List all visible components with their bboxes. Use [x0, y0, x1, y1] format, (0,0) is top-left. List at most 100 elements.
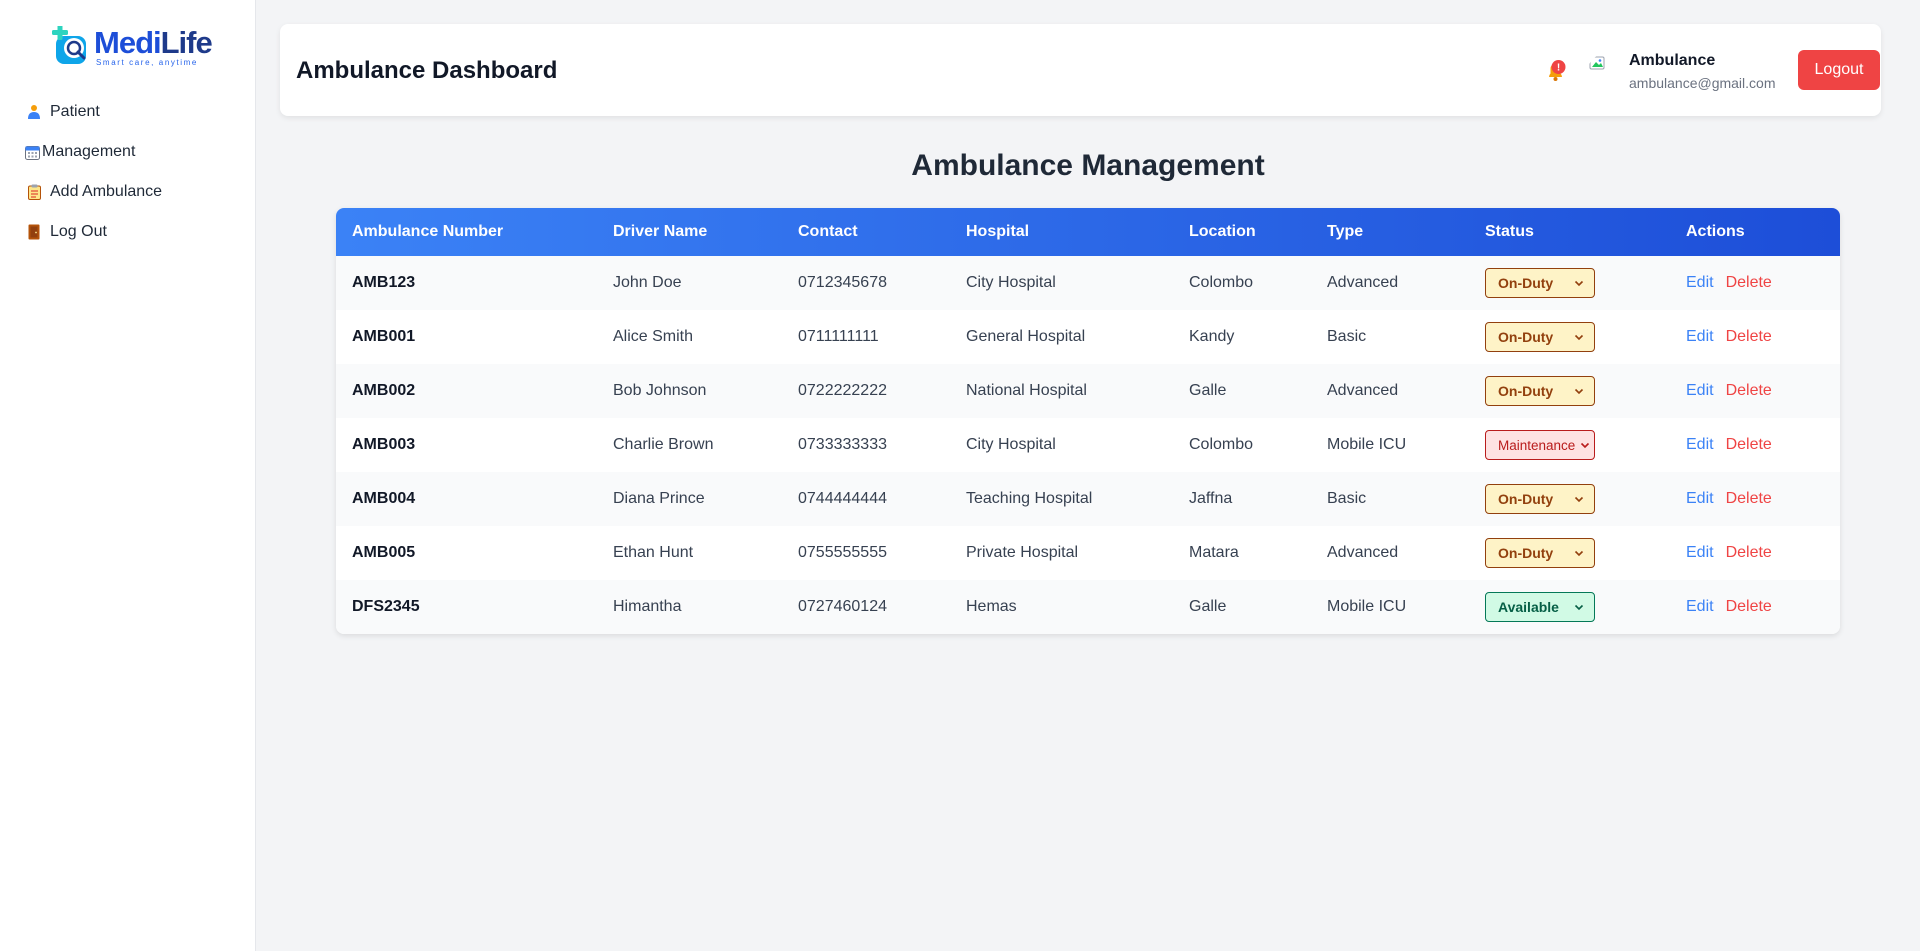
location: Kandy: [1189, 328, 1235, 345]
driver-name: Alice Smith: [613, 328, 694, 345]
hospital: General Hospital: [966, 328, 1086, 345]
column-header: Hospital: [966, 223, 1030, 240]
edit-link[interactable]: Edit: [1686, 490, 1714, 507]
section-title: Ambulance Management: [911, 149, 1265, 182]
location: Colombo: [1189, 274, 1254, 291]
hospital: Teaching Hospital: [966, 490, 1093, 507]
column-header: Actions: [1686, 223, 1745, 240]
table-row: AMB001 Alice Smith 0711111111 General Ho…: [336, 310, 1840, 364]
delete-link[interactable]: Delete: [1726, 598, 1772, 615]
ambulance-number: AMB005: [352, 544, 416, 561]
ambulance-number: AMB004: [352, 490, 416, 507]
location: Galle: [1189, 382, 1227, 399]
status-select[interactable]: On-Duty: [1485, 538, 1595, 568]
delete-link[interactable]: Delete: [1726, 436, 1772, 453]
patient-icon: [26, 104, 42, 120]
contact: 0733333333: [798, 436, 887, 453]
column-header: Location: [1189, 223, 1256, 240]
notification-badge: !: [1557, 63, 1560, 74]
contact: 0712345678: [798, 274, 887, 291]
table-row: AMB005 Ethan Hunt 0755555555 Private Hos…: [336, 526, 1840, 580]
driver-name: Charlie Brown: [613, 436, 714, 453]
chevron-down-icon: [1574, 550, 1584, 557]
broken-image-icon: [1589, 56, 1605, 70]
logout-button[interactable]: Logout: [1798, 50, 1880, 90]
avatar[interactable]: [1588, 55, 1616, 87]
status-value: On-Duty: [1498, 491, 1554, 507]
driver-name: Diana Prince: [613, 490, 705, 507]
logo-tagline: Smart care, anytime: [96, 58, 198, 67]
delete-link[interactable]: Delete: [1726, 544, 1772, 561]
contact: 0711111111: [798, 328, 879, 345]
status-value: On-Duty: [1498, 275, 1554, 291]
ambulance-number: AMB123: [352, 274, 416, 291]
ambulance-number: AMB001: [352, 328, 416, 345]
sidebar-item-label: Patient: [50, 103, 100, 120]
page-title: Ambulance Dashboard: [296, 57, 558, 84]
ambulance-type: Mobile ICU: [1327, 436, 1407, 453]
notification-bell-icon[interactable]: !: [1546, 59, 1566, 83]
edit-link[interactable]: Edit: [1686, 328, 1714, 345]
driver-name: Ethan Hunt: [613, 544, 694, 561]
ambulance-type: Basic: [1327, 490, 1367, 507]
ambulance-number: AMB003: [352, 436, 416, 453]
table-row: DFS2345 Himantha 0727460124 Hemas Galle …: [336, 580, 1840, 634]
chevron-down-icon: [1580, 442, 1590, 449]
ambulance-number: AMB002: [352, 382, 416, 399]
hospital: Private Hospital: [966, 544, 1079, 561]
ambulance-table: Ambulance Number Driver Name Contact Hos…: [336, 208, 1840, 634]
sidebar: MediLife Smart care, anytime Patient Man…: [0, 0, 256, 951]
door-icon: [26, 224, 42, 240]
user-email: ambulance@gmail.com: [1629, 75, 1776, 91]
column-header: Driver Name: [613, 223, 708, 240]
chevron-down-icon: [1574, 496, 1584, 503]
column-header: Type: [1327, 223, 1364, 240]
driver-name: John Doe: [613, 274, 682, 291]
status-select[interactable]: On-Duty: [1485, 376, 1595, 406]
hospital: City Hospital: [966, 436, 1056, 453]
delete-link[interactable]: Delete: [1726, 274, 1772, 291]
edit-link[interactable]: Edit: [1686, 436, 1714, 453]
ambulance-number: DFS2345: [352, 598, 420, 615]
ambulance-type: Mobile ICU: [1327, 598, 1407, 615]
ambulance-type: Advanced: [1327, 274, 1399, 291]
delete-link[interactable]: Delete: [1726, 328, 1772, 345]
status-select[interactable]: On-Duty: [1485, 268, 1595, 298]
contact: 0722222222: [798, 382, 887, 399]
contact: 0727460124: [798, 598, 887, 615]
delete-link[interactable]: Delete: [1726, 382, 1772, 399]
status-value: Maintenance: [1498, 437, 1576, 453]
medilife-logo: MediLife Smart care, anytime: [50, 24, 220, 70]
column-header: Status: [1485, 223, 1534, 240]
status-select[interactable]: Maintenance: [1485, 430, 1595, 460]
sidebar-item-log-out[interactable]: Log Out: [26, 212, 162, 252]
medical-cross-logo-icon: [52, 26, 86, 64]
sidebar-item-label: Log Out: [50, 223, 107, 240]
location: Galle: [1189, 598, 1227, 615]
clipboard-icon: [26, 184, 42, 200]
hospital: National Hospital: [966, 382, 1087, 399]
status-value: On-Duty: [1498, 329, 1554, 345]
edit-link[interactable]: Edit: [1686, 598, 1714, 615]
ambulance-type: Basic: [1327, 328, 1367, 345]
edit-link[interactable]: Edit: [1686, 382, 1714, 399]
sidebar-item-patient[interactable]: Patient: [26, 92, 162, 132]
top-header: Ambulance Dashboard ! Ambulance ambulanc…: [280, 24, 1881, 116]
table-row: AMB002 Bob Johnson 0722222222 National H…: [336, 364, 1840, 418]
location: Jaffna: [1189, 490, 1233, 507]
table-header-row: Ambulance Number Driver Name Contact Hos…: [336, 208, 1840, 256]
edit-link[interactable]: Edit: [1686, 544, 1714, 561]
status-select[interactable]: On-Duty: [1485, 322, 1595, 352]
hospital: City Hospital: [966, 274, 1056, 291]
status-select[interactable]: Available: [1485, 592, 1595, 622]
table-body: AMB123 John Doe 0712345678 City Hospital…: [336, 256, 1840, 634]
chevron-down-icon: [1574, 388, 1584, 395]
logo-title: MediLife: [94, 25, 213, 60]
sidebar-item-label: Add Ambulance: [50, 183, 163, 200]
user-name: Ambulance: [1629, 52, 1716, 69]
status-select[interactable]: On-Duty: [1485, 484, 1595, 514]
delete-link[interactable]: Delete: [1726, 490, 1772, 507]
edit-link[interactable]: Edit: [1686, 274, 1714, 291]
table-row: AMB004 Diana Prince 0744444444 Teaching …: [336, 472, 1840, 526]
driver-name: Bob Johnson: [613, 382, 707, 399]
